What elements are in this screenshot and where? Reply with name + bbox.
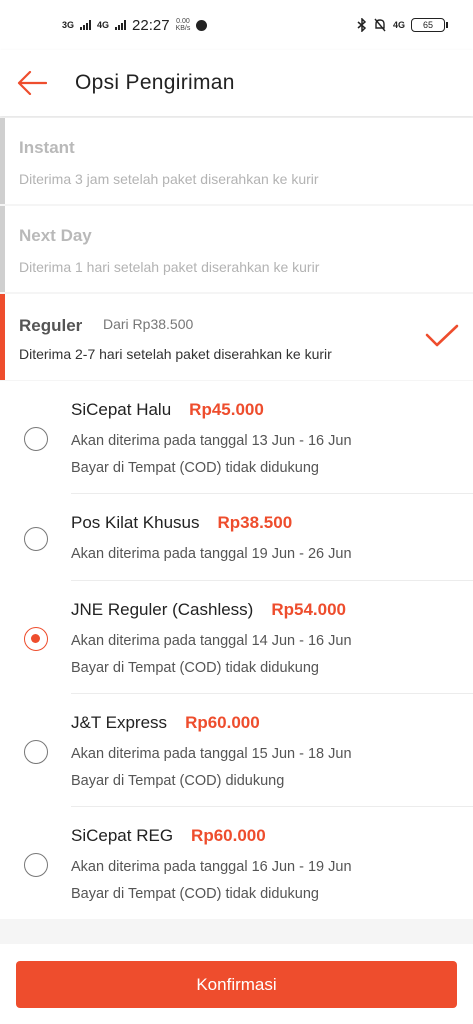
courier-price: Rp60.000 [185, 713, 260, 732]
cod-info: Bayar di Tempat (COD) tidak didukung [71, 460, 319, 476]
category-title: Reguler [19, 316, 83, 335]
radio-button[interactable] [24, 740, 48, 764]
category-reguler[interactable]: Reguler Dari Rp38.500 Diterima 2-7 hari … [0, 294, 473, 380]
network-speed: 0.00 KB/s [176, 18, 191, 32]
signal-icon [80, 20, 92, 30]
category-desc: Diterima 1 hari setelah paket diserahkan… [19, 259, 320, 275]
category-desc: Diterima 2-7 hari setelah paket diserahk… [19, 346, 332, 362]
courier-option-pos-kilat[interactable]: Pos Kilat Khusus Rp38.500 Akan diterima … [0, 494, 473, 581]
courier-price: Rp54.000 [271, 600, 347, 619]
category-instant[interactable]: Instant Diterima 3 jam setelah paket dis… [0, 118, 473, 204]
radio-button[interactable] [24, 427, 48, 451]
courier-option-jne-reguler[interactable]: JNE Reguler (Cashless) Rp54.000 Akan dit… [0, 581, 473, 694]
courier-name: SiCepat Halu [71, 400, 172, 419]
network-3g-label: 3G [62, 19, 75, 30]
cod-info: Bayar di Tempat (COD) tidak didukung [71, 660, 319, 676]
mute-bell-icon [374, 18, 386, 32]
bluetooth-icon [357, 18, 367, 32]
courier-option-sicepat-reg[interactable]: SiCepat REG Rp60.000 Akan diterima pada … [0, 807, 473, 919]
category-title: Next Day [19, 226, 92, 245]
delivery-eta: Akan diterima pada tanggal 16 Jun - 19 J… [71, 859, 352, 875]
status-bar: 3G 4G 22:27 0.00 KB/s 4G 65 [0, 0, 473, 50]
courier-name: Pos Kilat Khusus [71, 513, 200, 532]
courier-price: Rp60.000 [191, 826, 266, 845]
confirm-button[interactable]: Konfirmasi [16, 961, 457, 1008]
checkmark-icon [425, 324, 459, 347]
courier-options-list: SiCepat Halu Rp45.000 Akan diterima pada… [0, 381, 473, 919]
category-desc: Diterima 3 jam setelah paket diserahkan … [19, 171, 319, 187]
network-4g-label: 4G [97, 19, 110, 30]
category-title: Instant [19, 138, 75, 157]
battery-icon: 65 [411, 18, 448, 32]
option-header: Pos Kilat Khusus Rp38.500 [71, 513, 292, 533]
option-header: JNE Reguler (Cashless) Rp54.000 [71, 600, 346, 620]
radio-button[interactable] [24, 853, 48, 877]
delivery-eta: Akan diterima pada tanggal 19 Jun - 26 J… [71, 546, 352, 562]
option-header: SiCepat REG Rp60.000 [71, 826, 266, 846]
option-header: SiCepat Halu Rp45.000 [71, 400, 264, 420]
speed-unit: KB/s [175, 25, 191, 32]
status-right: 4G 65 [357, 18, 448, 32]
moon-icon [196, 19, 208, 31]
app-bar: Opsi Pengiriman [0, 50, 473, 116]
courier-price: Rp45.000 [189, 400, 264, 419]
courier-option-jnt-express[interactable]: J&T Express Rp60.000 Akan diterima pada … [0, 694, 473, 807]
category-price: Dari Rp38.500 [103, 316, 194, 332]
radio-button-selected[interactable] [24, 627, 48, 651]
courier-name: SiCepat REG [71, 826, 174, 845]
courier-name: JNE Reguler (Cashless) [71, 600, 254, 619]
radio-button[interactable] [24, 527, 48, 551]
delivery-eta: Akan diterima pada tanggal 14 Jun - 16 J… [71, 633, 352, 649]
signal-icon [115, 20, 127, 30]
clock: 22:27 [132, 16, 170, 34]
network-type: 4G [392, 19, 405, 30]
cod-info: Bayar di Tempat (COD) tidak didukung [71, 886, 319, 902]
cod-info: Bayar di Tempat (COD) didukung [71, 773, 285, 789]
category-next-day[interactable]: Next Day Diterima 1 hari setelah paket d… [0, 206, 473, 292]
status-left: 3G 4G 22:27 0.00 KB/s [62, 16, 208, 34]
page-title: Opsi Pengiriman [75, 71, 235, 94]
arrow-left-icon[interactable] [17, 71, 47, 95]
option-header: J&T Express Rp60.000 [71, 713, 260, 733]
speed-value: 0.00 [176, 18, 190, 25]
delivery-eta: Akan diterima pada tanggal 15 Jun - 18 J… [71, 746, 352, 762]
bottom-bar: Konfirmasi [0, 944, 473, 1024]
battery-level: 65 [422, 20, 433, 30]
courier-price: Rp38.500 [217, 513, 293, 532]
courier-option-sicepat-halu[interactable]: SiCepat Halu Rp45.000 Akan diterima pada… [0, 381, 473, 494]
courier-name: J&T Express [71, 713, 168, 732]
delivery-eta: Akan diterima pada tanggal 13 Jun - 16 J… [71, 433, 352, 449]
